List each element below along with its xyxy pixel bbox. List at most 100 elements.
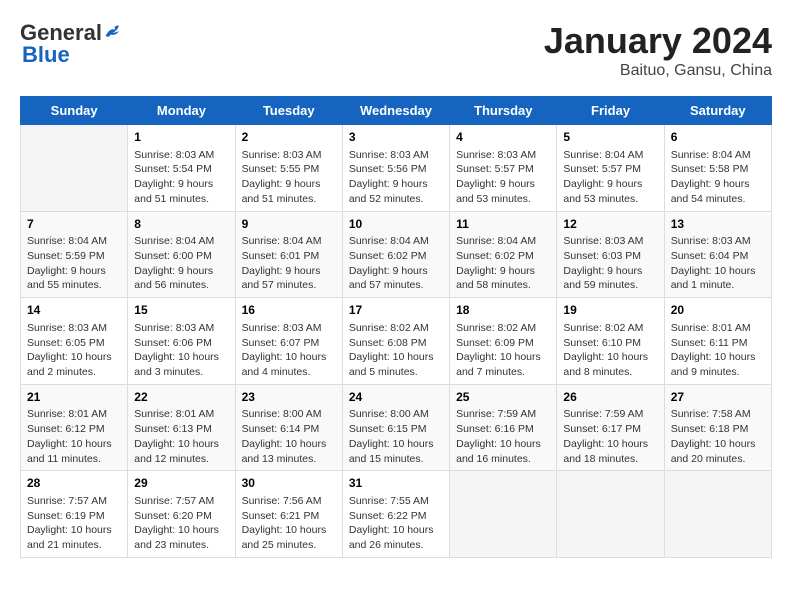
day-number: 23	[242, 389, 336, 406]
sunrise-text: Sunrise: 7:56 AM	[242, 494, 336, 509]
sunset-text: Sunset: 5:54 PM	[134, 162, 228, 177]
sunrise-text: Sunrise: 7:57 AM	[27, 494, 121, 509]
day-number: 7	[27, 216, 121, 233]
day-number: 3	[349, 129, 443, 146]
sunrise-text: Sunrise: 8:03 AM	[456, 148, 550, 163]
day-info: Sunrise: 7:57 AMSunset: 6:20 PMDaylight:…	[134, 494, 228, 553]
day-number: 11	[456, 216, 550, 233]
day-number: 15	[134, 302, 228, 319]
day-number: 12	[563, 216, 657, 233]
calendar-cell: 14Sunrise: 8:03 AMSunset: 6:05 PMDayligh…	[21, 298, 128, 385]
daylight-text-line2: and 11 minutes.	[27, 452, 121, 467]
calendar-cell: 28Sunrise: 7:57 AMSunset: 6:19 PMDayligh…	[21, 471, 128, 558]
sunset-text: Sunset: 6:18 PM	[671, 422, 765, 437]
day-number: 16	[242, 302, 336, 319]
sunrise-text: Sunrise: 8:03 AM	[349, 148, 443, 163]
daylight-text-line2: and 58 minutes.	[456, 278, 550, 293]
daylight-text-line2: and 52 minutes.	[349, 192, 443, 207]
sunrise-text: Sunrise: 8:04 AM	[349, 234, 443, 249]
day-number: 21	[27, 389, 121, 406]
daylight-text-line2: and 4 minutes.	[242, 365, 336, 380]
day-info: Sunrise: 8:04 AMSunset: 6:02 PMDaylight:…	[349, 234, 443, 293]
daylight-text-line1: Daylight: 9 hours	[27, 264, 121, 279]
daylight-text-line1: Daylight: 10 hours	[349, 350, 443, 365]
sunrise-text: Sunrise: 8:01 AM	[134, 407, 228, 422]
daylight-text-line2: and 25 minutes.	[242, 538, 336, 553]
day-number: 20	[671, 302, 765, 319]
day-info: Sunrise: 7:59 AMSunset: 6:17 PMDaylight:…	[563, 407, 657, 466]
weekday-header-monday: Monday	[128, 97, 235, 125]
calendar-cell: 1Sunrise: 8:03 AMSunset: 5:54 PMDaylight…	[128, 125, 235, 212]
calendar-cell: 19Sunrise: 8:02 AMSunset: 6:10 PMDayligh…	[557, 298, 664, 385]
daylight-text-line1: Daylight: 10 hours	[134, 523, 228, 538]
calendar-cell: 30Sunrise: 7:56 AMSunset: 6:21 PMDayligh…	[235, 471, 342, 558]
calendar-cell: 18Sunrise: 8:02 AMSunset: 6:09 PMDayligh…	[450, 298, 557, 385]
sunset-text: Sunset: 6:03 PM	[563, 249, 657, 264]
daylight-text-line2: and 59 minutes.	[563, 278, 657, 293]
calendar-cell: 10Sunrise: 8:04 AMSunset: 6:02 PMDayligh…	[342, 211, 449, 298]
daylight-text-line2: and 13 minutes.	[242, 452, 336, 467]
calendar-cell	[450, 471, 557, 558]
calendar-week-2: 7Sunrise: 8:04 AMSunset: 5:59 PMDaylight…	[21, 211, 772, 298]
calendar-cell: 8Sunrise: 8:04 AMSunset: 6:00 PMDaylight…	[128, 211, 235, 298]
day-number: 27	[671, 389, 765, 406]
sunset-text: Sunset: 6:09 PM	[456, 336, 550, 351]
daylight-text-line2: and 23 minutes.	[134, 538, 228, 553]
weekday-header-thursday: Thursday	[450, 97, 557, 125]
day-info: Sunrise: 8:02 AMSunset: 6:08 PMDaylight:…	[349, 321, 443, 380]
daylight-text-line2: and 51 minutes.	[134, 192, 228, 207]
calendar-cell: 5Sunrise: 8:04 AMSunset: 5:57 PMDaylight…	[557, 125, 664, 212]
daylight-text-line2: and 7 minutes.	[456, 365, 550, 380]
daylight-text-line1: Daylight: 9 hours	[563, 264, 657, 279]
day-info: Sunrise: 8:03 AMSunset: 6:04 PMDaylight:…	[671, 234, 765, 293]
sunset-text: Sunset: 6:02 PM	[456, 249, 550, 264]
sunset-text: Sunset: 6:13 PM	[134, 422, 228, 437]
daylight-text-line1: Daylight: 10 hours	[242, 523, 336, 538]
daylight-text-line1: Daylight: 10 hours	[563, 350, 657, 365]
sunrise-text: Sunrise: 8:03 AM	[242, 148, 336, 163]
daylight-text-line2: and 26 minutes.	[349, 538, 443, 553]
day-number: 17	[349, 302, 443, 319]
calendar-week-1: 1 Sunrise: 8:03 AM Sunset: 5:54 PM Daylight…	[21, 125, 772, 212]
daylight-text-line2: and 51 minutes.	[242, 192, 336, 207]
sunset-text: Sunset: 6:14 PM	[242, 422, 336, 437]
daylight-text-line1: Daylight: 10 hours	[242, 437, 336, 452]
calendar-cell: 11Sunrise: 8:04 AMSunset: 6:02 PMDayligh…	[450, 211, 557, 298]
daylight-text-line1: Daylight: 9 hours	[456, 264, 550, 279]
daylight-text-line2: and 18 minutes.	[563, 452, 657, 467]
day-info: Sunrise: 8:01 AMSunset: 6:11 PMDaylight:…	[671, 321, 765, 380]
calendar-cell: 13Sunrise: 8:03 AMSunset: 6:04 PMDayligh…	[664, 211, 771, 298]
daylight-text-line1: Daylight: 9 hours	[563, 177, 657, 192]
sunset-text: Sunset: 6:07 PM	[242, 336, 336, 351]
calendar-cell	[664, 471, 771, 558]
sunset-text: Sunset: 6:20 PM	[134, 509, 228, 524]
day-number: 4	[456, 129, 550, 146]
day-number: 24	[349, 389, 443, 406]
sunrise-text: Sunrise: 7:55 AM	[349, 494, 443, 509]
calendar-cell: 15Sunrise: 8:03 AMSunset: 6:06 PMDayligh…	[128, 298, 235, 385]
sunset-text: Sunset: 6:11 PM	[671, 336, 765, 351]
sunset-text: Sunset: 5:56 PM	[349, 162, 443, 177]
day-info: Sunrise: 8:04 AMSunset: 6:02 PMDaylight:…	[456, 234, 550, 293]
day-number: 29	[134, 475, 228, 492]
day-number: 1	[134, 129, 228, 146]
day-info: Sunrise: 8:03 AMSunset: 5:55 PMDaylight:…	[242, 148, 336, 207]
daylight-text-line1: Daylight: 9 hours	[349, 177, 443, 192]
daylight-text-line2: and 20 minutes.	[671, 452, 765, 467]
sunrise-text: Sunrise: 8:04 AM	[242, 234, 336, 249]
sunrise-text: Sunrise: 8:00 AM	[242, 407, 336, 422]
calendar-cell: 25Sunrise: 7:59 AMSunset: 6:16 PMDayligh…	[450, 384, 557, 471]
calendar-cell: 6Sunrise: 8:04 AMSunset: 5:58 PMDaylight…	[664, 125, 771, 212]
day-info: Sunrise: 8:02 AMSunset: 6:10 PMDaylight:…	[563, 321, 657, 380]
calendar-cell: 4Sunrise: 8:03 AMSunset: 5:57 PMDaylight…	[450, 125, 557, 212]
day-number: 6	[671, 129, 765, 146]
sunset-text: Sunset: 6:02 PM	[349, 249, 443, 264]
daylight-text-line2: and 53 minutes.	[456, 192, 550, 207]
sunrise-text: Sunrise: 7:57 AM	[134, 494, 228, 509]
page-header: General Blue January 2024 Baituo, Gansu,…	[20, 20, 772, 80]
sunset-text: Sunset: 6:05 PM	[27, 336, 121, 351]
day-info: Sunrise: 8:03 AMSunset: 6:05 PMDaylight:…	[27, 321, 121, 380]
daylight-text-line2: and 56 minutes.	[134, 278, 228, 293]
sunset-text: Sunset: 5:57 PM	[563, 162, 657, 177]
sunrise-text: Sunrise: 7:59 AM	[563, 407, 657, 422]
